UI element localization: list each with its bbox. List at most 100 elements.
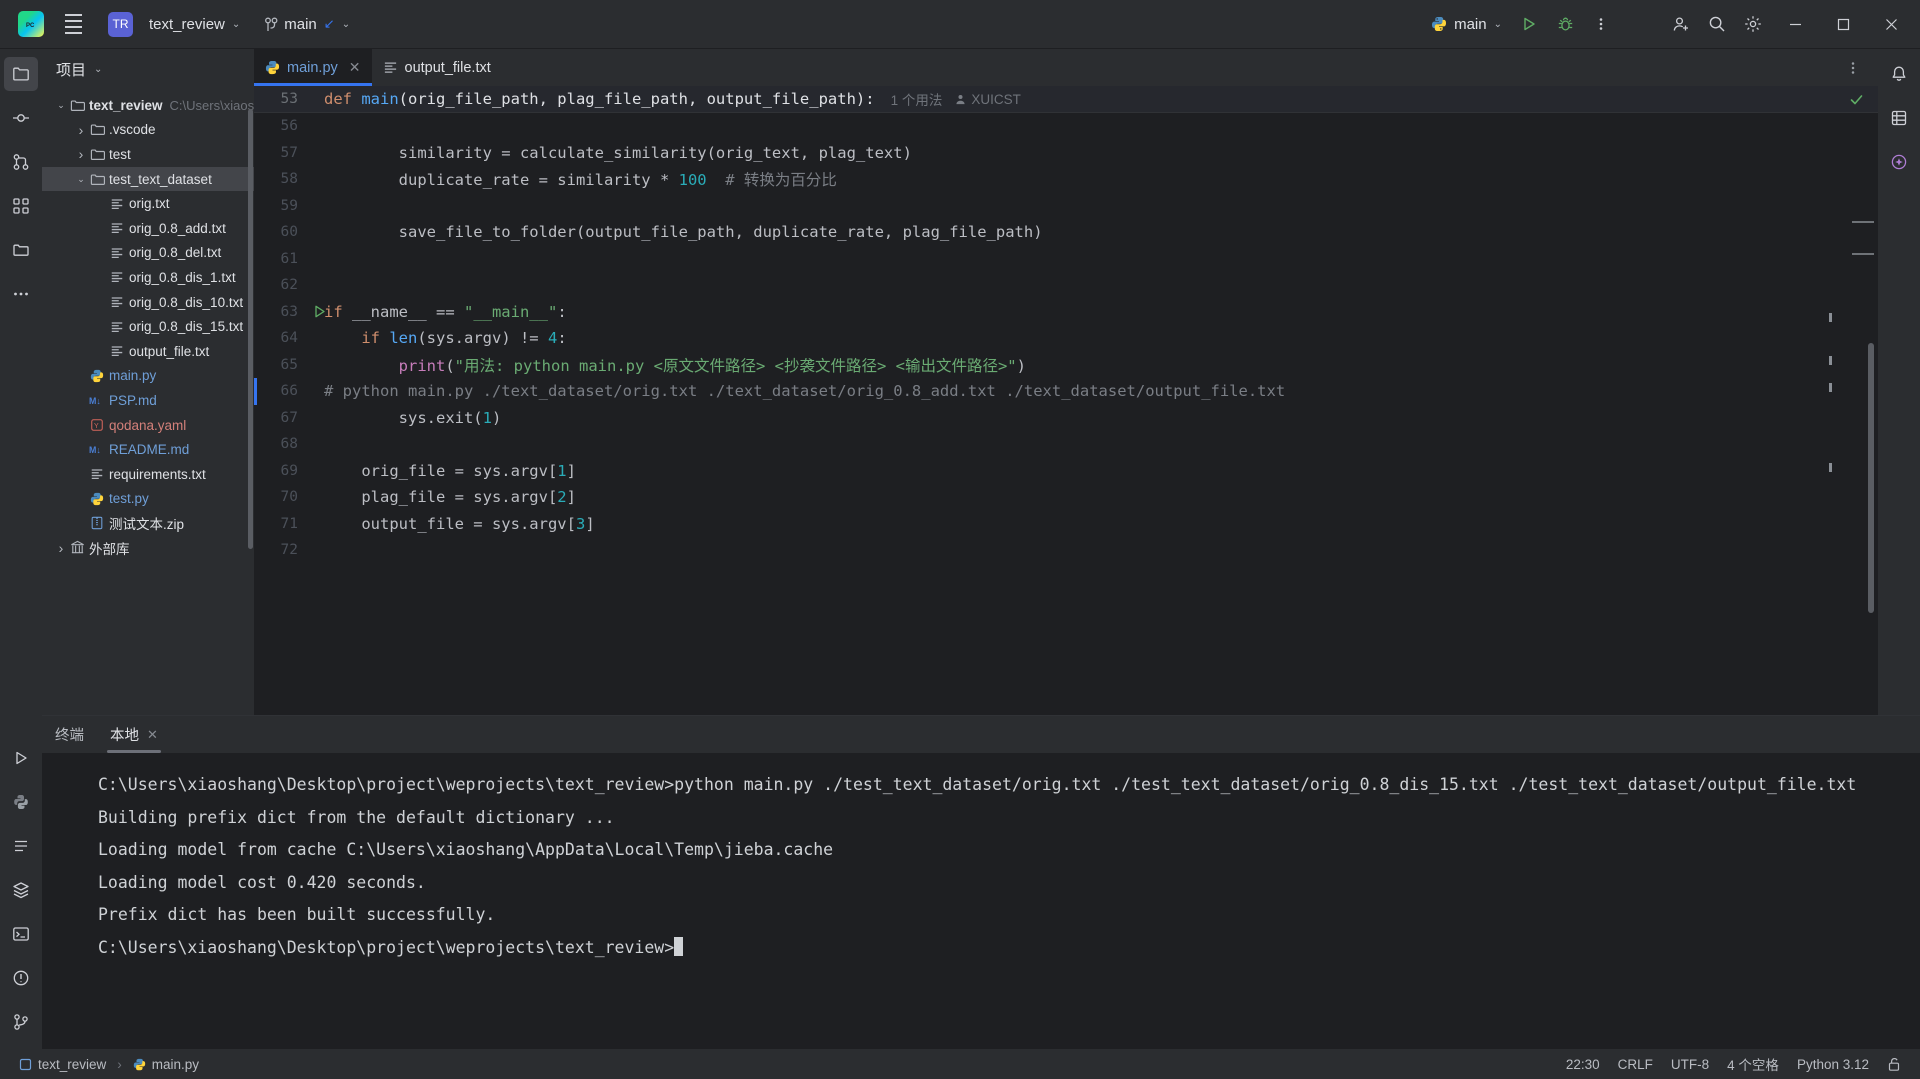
inspections-status-icon[interactable] [1849,92,1864,107]
structure-icon[interactable] [4,189,38,223]
chevron-right-icon[interactable]: › [54,540,68,556]
tree-item-test.py[interactable]: test.py [42,487,254,512]
python-interpreter[interactable]: Python 3.12 [1788,1052,1878,1076]
code-line[interactable]: 58 duplicate_rate = similarity * 100 # 转… [254,166,1878,193]
tree-item-qodana.yaml[interactable]: Yqodana.yaml [42,413,254,438]
file-encoding[interactable]: UTF-8 [1662,1052,1718,1076]
database-icon[interactable] [1882,101,1916,135]
editor-tab-label: output_file.txt [404,59,491,76]
code-line[interactable]: 70 plag_file = sys.argv[2] [254,484,1878,511]
todo-icon[interactable] [4,829,38,863]
chevron-down-icon[interactable]: ⌄ [54,100,68,111]
code-line[interactable]: 56 [254,113,1878,140]
commit-tool-icon[interactable] [4,101,38,135]
more-tools-icon[interactable] [4,277,38,311]
terminal-tab-0[interactable]: 终端 [42,716,97,753]
tree-item-orig_0.8_del.txt[interactable]: orig_0.8_del.txt [42,241,254,266]
code-line[interactable]: 59 [254,193,1878,220]
code-line[interactable]: 67 sys.exit(1) [254,405,1878,432]
code-line[interactable]: 64 if len(sys.argv) != 4: [254,325,1878,352]
notifications-bell-icon[interactable] [1882,57,1916,91]
maximize-button[interactable] [1820,0,1866,49]
editor-tab-output-file-txt[interactable]: output_file.txt [372,49,502,86]
branch-selector[interactable]: main ↙ ⌄ [256,9,358,39]
tree-item-test_text_dataset[interactable]: ⌄ test_text_dataset [42,166,254,192]
code-line[interactable]: 63 if __name__ == "__main__": [254,299,1878,326]
sticky-declaration-header[interactable]: 53 def main(orig_file_path, plag_file_pa… [254,86,1878,113]
close-icon[interactable]: ✕ [349,59,361,76]
run-button[interactable] [1512,7,1546,41]
breadcrumb-file[interactable]: main.py [124,1052,208,1076]
tree-item-.vscode[interactable]: › .vscode [42,118,254,143]
run-tool-icon[interactable] [4,741,38,775]
line-number: 65 [280,356,298,373]
code-line[interactable]: 68 [254,431,1878,458]
terminal-tab-1[interactable]: 本地 ✕ [97,716,171,753]
project-file-tree[interactable]: ⌄ text_review C:\Users\xiaos › .vscode › test ⌄… [42,89,254,715]
line-number: 66 [280,383,298,400]
caret-position[interactable]: 22:30 [1557,1052,1609,1076]
project-tree-scrollbar[interactable] [248,109,253,549]
problems-icon[interactable] [4,961,38,995]
tree-item-main.py[interactable]: main.py [42,364,254,389]
close-icon[interactable]: ✕ [147,727,158,743]
chevron-down-icon[interactable]: ⌄ [74,174,88,185]
usage-count-hint[interactable]: 1 个用法 [891,89,943,109]
tree-item-外部库[interactable]: › 外部库 [42,536,254,561]
folder-icon[interactable] [4,233,38,267]
code-line[interactable]: 72 [254,537,1878,564]
code-line[interactable]: 57 similarity = calculate_similarity(ori… [254,140,1878,167]
project-tool-icon[interactable] [4,57,38,91]
tree-item-测试文本.zip[interactable]: 测试文本.zip [42,511,254,536]
tree-item-orig.txt[interactable]: orig.txt [42,191,254,216]
editor-tab-main-py[interactable]: main.py ✕ [254,49,372,86]
code-line[interactable]: 61 [254,246,1878,273]
add-user-button[interactable] [1664,7,1698,41]
line-number: 69 [280,462,298,479]
tree-item-orig_0.8_dis_15.txt[interactable]: orig_0.8_dis_15.txt [42,314,254,339]
python-console-icon[interactable] [4,785,38,819]
unlocked-padlock-icon[interactable] [1878,1052,1910,1076]
ai-assistant-icon[interactable] [1882,145,1916,179]
code-author-hint[interactable]: XUICST [955,92,1021,107]
code-line[interactable]: 60 save_file_to_folder(output_file_path,… [254,219,1878,246]
code-line[interactable]: 71 output_file = sys.argv[3] [254,511,1878,538]
tree-item-text_review[interactable]: ⌄ text_review C:\Users\xiaos [42,93,254,118]
terminal-icon[interactable] [4,917,38,951]
code-line[interactable]: 69 orig_file = sys.argv[1] [254,458,1878,485]
more-actions-button[interactable] [1584,7,1618,41]
tree-item-readme.md[interactable]: M↓ README.md [42,437,254,462]
chevron-right-icon[interactable]: › [74,122,88,138]
line-separator[interactable]: CRLF [1609,1052,1662,1076]
debug-button[interactable] [1548,7,1582,41]
search-button[interactable] [1700,7,1734,41]
code-line[interactable]: 66 # python main.py ./text_dataset/orig.t… [254,378,1878,405]
tree-item-orig_0.8_add.txt[interactable]: orig_0.8_add.txt [42,216,254,241]
indent-setting[interactable]: 4 个空格 [1718,1052,1788,1076]
chevron-right-icon[interactable]: › [74,146,88,162]
editor-options-button[interactable] [1836,51,1870,85]
code-line[interactable]: 65 print("用法: python main.py <原文文件路径> <抄… [254,352,1878,379]
chevron-down-icon[interactable]: ⌄ [94,64,102,75]
tree-item-test[interactable]: › test [42,142,254,167]
tree-item-psp.md[interactable]: M↓ PSP.md [42,388,254,413]
run-gutter-icon[interactable] [312,304,327,319]
pull-requests-icon[interactable] [4,145,38,179]
tree-item-label: test.py [109,491,149,507]
tree-item-orig_0.8_dis_1.txt[interactable]: orig_0.8_dis_1.txt [42,265,254,290]
project-selector[interactable]: TR text_review ⌄ [100,9,248,39]
minimize-button[interactable] [1772,0,1818,49]
tree-item-orig_0.8_dis_10.txt[interactable]: orig_0.8_dis_10.txt [42,290,254,315]
tree-item-requirements.txt[interactable]: requirements.txt [42,462,254,487]
terminal-output[interactable]: C:\Users\xiaoshang\Desktop\project\wepro… [42,753,1920,1049]
code-editor-content[interactable]: 56 57 similarity = calculate_similarity(o… [254,113,1878,715]
breadcrumb-project[interactable]: text_review [10,1052,115,1076]
main-menu-button[interactable] [56,7,90,41]
code-line[interactable]: 62 [254,272,1878,299]
version-control-icon[interactable] [4,1005,38,1039]
services-icon[interactable] [4,873,38,907]
settings-button[interactable] [1736,7,1770,41]
run-configuration-selector[interactable]: main ⌄ [1423,9,1510,39]
tree-item-output_file.txt[interactable]: output_file.txt [42,339,254,364]
close-button[interactable] [1868,0,1914,49]
